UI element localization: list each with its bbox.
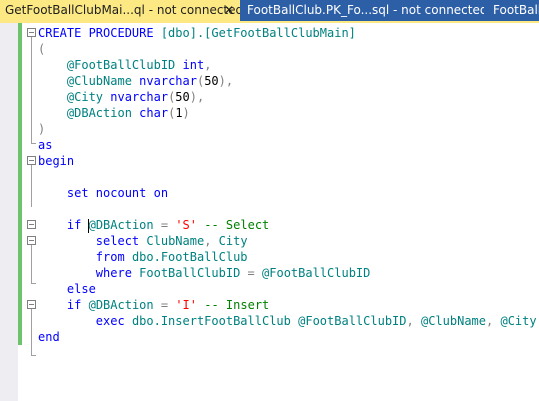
code-line-4: @ClubName nvarchar(50), <box>66 74 234 88</box>
outline-guide-end <box>31 143 36 144</box>
close-tab-icon[interactable]: ✕ <box>224 0 234 21</box>
collapse-select-statement-icon[interactable] <box>27 236 36 245</box>
tab-label: FootBallClub.PK_Fo...sql - not connected <box>247 3 484 17</box>
code-line-7: ) <box>38 122 46 136</box>
tab-label: FootBallC <box>493 3 539 17</box>
code-line-18: if @DBAction = 'I' -- Insert <box>66 298 270 312</box>
outline-guide-end <box>31 283 36 284</box>
tab-label: GetFootBallClubMai...ql - not connected <box>5 3 240 17</box>
tab-football-club-pk[interactable]: FootBallClub.PK_Fo...sql - not connected <box>242 0 484 21</box>
outline-guide <box>31 37 32 143</box>
code-line-6: @DBAction char(1) <box>66 106 190 120</box>
collapse-create-procedure-icon[interactable] <box>27 28 36 37</box>
collapse-if-select-icon[interactable] <box>27 220 36 229</box>
code-line-5: @City nvarchar(50), <box>66 90 205 104</box>
code-line-16: where FootBallClubID = @FootBallClubID <box>95 266 371 280</box>
collapse-begin-block-icon[interactable] <box>27 156 36 165</box>
document-tab-bar: GetFootBallClubMai...ql - not connected … <box>0 0 539 21</box>
tab-football-club-overflow[interactable]: FootBallC <box>488 0 539 21</box>
code-line-11: set nocount on <box>66 186 169 200</box>
code-editor[interactable]: CREATE PROCEDURE [dbo].[GetFootBallClubM… <box>22 23 539 401</box>
code-line-2: ( <box>38 42 46 56</box>
editor-gutter <box>0 23 18 401</box>
code-line-14: select ClubName, City <box>95 234 248 248</box>
collapse-if-insert-icon[interactable] <box>27 300 36 309</box>
outline-guide <box>31 309 32 355</box>
code-line-15: from dbo.FootBallClub <box>95 250 248 264</box>
code-line-17: else <box>66 282 96 296</box>
code-line-8: as <box>38 138 53 152</box>
tab-get-football-club-main[interactable]: GetFootBallClubMai...ql - not connected … <box>0 0 240 21</box>
code-line-20: end <box>38 330 60 344</box>
code-line-13: if @DBAction = 'S' -- Select <box>66 218 270 232</box>
outline-guide <box>31 245 32 283</box>
code-line-3: @FootBallClubID int, <box>66 58 212 72</box>
outline-guide <box>31 165 32 207</box>
code-line-19: exec dbo.InsertFootBallClub @FootBallClu… <box>95 314 537 328</box>
code-line-9: begin <box>38 154 75 168</box>
outline-guide-end <box>31 355 36 356</box>
code-line-1: CREATE PROCEDURE [dbo].[GetFootBallClubM… <box>38 26 356 40</box>
